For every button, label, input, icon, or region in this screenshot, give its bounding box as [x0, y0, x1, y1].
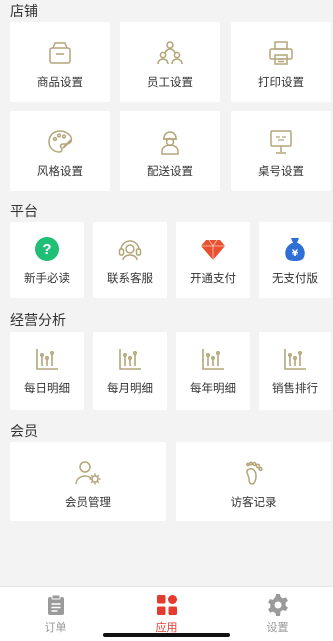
card-label: 会员管理 [65, 495, 111, 509]
staff-icon [155, 38, 185, 68]
tab-label: 设置 [266, 621, 289, 634]
card-no-payment-version[interactable]: ¥ 无支付版 [259, 222, 331, 298]
member-settings-icon [73, 458, 103, 488]
bar-chart-icon [117, 346, 143, 372]
card-print-settings[interactable]: 打印设置 [231, 22, 331, 102]
apps-icon [155, 593, 179, 617]
card-monthly-detail[interactable]: 每月明细 [93, 332, 167, 410]
section-title-member: 会员 [10, 424, 38, 440]
tab-label: 订单 [44, 621, 67, 634]
card-label: 联系客服 [107, 271, 153, 285]
section-title-platform: 平台 [10, 204, 38, 220]
card-label: 无支付版 [272, 271, 318, 285]
card-product-settings[interactable]: 商品设置 [10, 22, 110, 102]
diamond-icon [200, 236, 226, 262]
bar-chart-icon [200, 346, 226, 372]
card-staff-settings[interactable]: 员工设置 [120, 22, 220, 102]
card-label: 每月明细 [107, 381, 153, 395]
tab-orders[interactable]: 订单 [0, 587, 111, 641]
card-daily-detail[interactable]: 每日明细 [10, 332, 84, 410]
card-visitor-records[interactable]: 访客记录 [176, 442, 331, 521]
card-table-number-settings[interactable]: 桌号设置 [231, 111, 331, 191]
card-yearly-detail[interactable]: 每年明细 [176, 332, 250, 410]
card-label: 每日明细 [24, 381, 70, 395]
home-indicator [103, 633, 230, 637]
card-label: 访客记录 [230, 495, 277, 509]
card-label: 新手必读 [24, 271, 70, 285]
card-label: 销售排行 [272, 381, 318, 395]
product-icon [45, 38, 75, 68]
card-sales-ranking[interactable]: 销售排行 [259, 332, 331, 410]
card-label: 员工设置 [147, 75, 193, 89]
card-label: 配送设置 [147, 164, 193, 178]
card-style-settings[interactable]: 风格设置 [10, 111, 110, 191]
card-label: 桌号设置 [258, 164, 304, 178]
card-label: 商品设置 [37, 75, 83, 89]
headset-icon [117, 236, 143, 262]
table-number-icon [266, 127, 296, 157]
bar-chart-icon [34, 346, 60, 372]
card-label: 每年明细 [190, 381, 236, 395]
card-delivery-settings[interactable]: 配送设置 [120, 111, 220, 191]
card-member-management[interactable]: 会员管理 [10, 442, 166, 521]
footprint-icon [239, 458, 269, 488]
card-label: 打印设置 [258, 75, 304, 89]
printer-icon [266, 38, 296, 68]
section-title-analysis: 经营分析 [10, 313, 66, 329]
clipboard-icon [44, 593, 68, 617]
bar-chart-icon [282, 346, 308, 372]
courier-icon [155, 127, 185, 157]
card-label: 风格设置 [37, 164, 83, 178]
card-beginner-guide[interactable]: ? 新手必读 [10, 222, 84, 298]
section-title-store: 店铺 [10, 4, 38, 20]
svg-text:¥: ¥ [292, 249, 299, 259]
palette-icon [45, 127, 75, 157]
card-contact-support[interactable]: 联系客服 [93, 222, 167, 298]
tab-settings[interactable]: 设置 [222, 587, 333, 641]
svg-text:?: ? [42, 241, 51, 258]
card-enable-payment[interactable]: 开通支付 [176, 222, 250, 298]
help-icon: ? [34, 236, 60, 262]
gear-icon [266, 593, 290, 617]
money-bag-icon: ¥ [282, 236, 308, 262]
card-label: 开通支付 [190, 271, 236, 285]
